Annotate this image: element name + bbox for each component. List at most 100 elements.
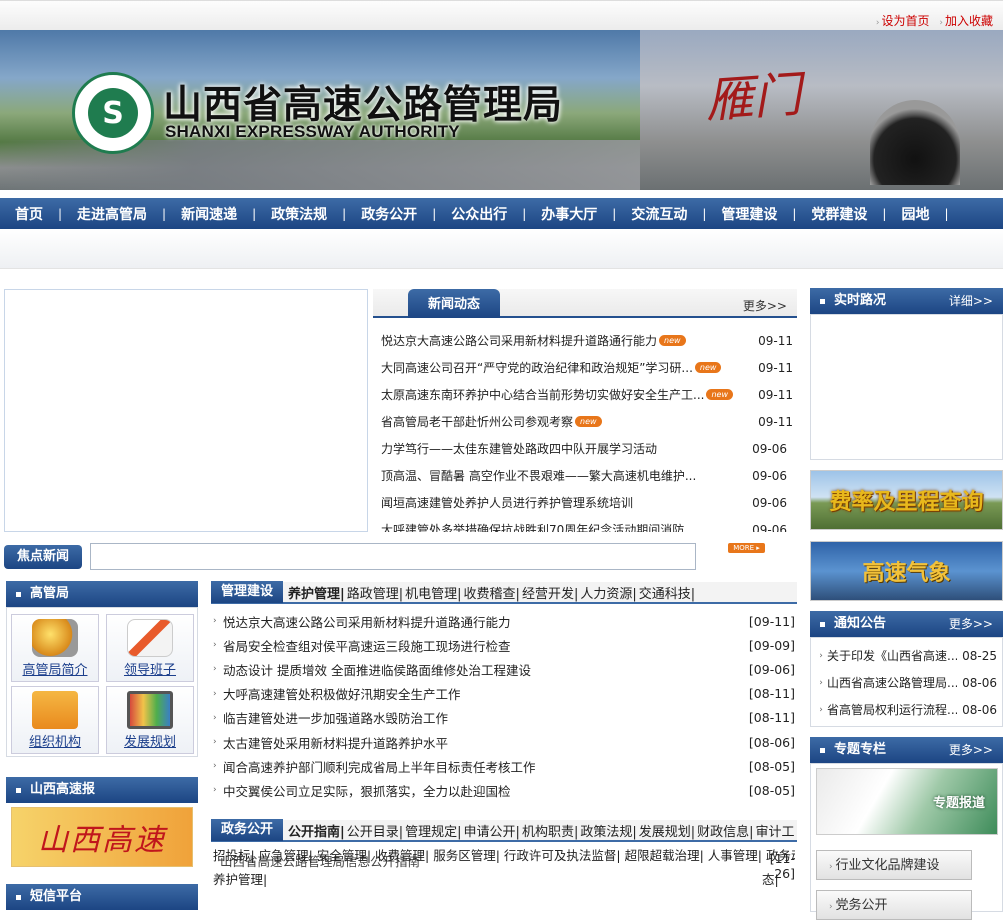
news-item-title[interactable]: 闻垣高速建管处养护人员进行养护管理系统培训: [381, 494, 747, 511]
special-report-banner[interactable]: 专题报道: [816, 768, 998, 835]
organization-link[interactable]: 组织机构: [11, 686, 99, 754]
news-item[interactable]: 省高管局老干部赴忻州公司参观考察 new 09-11: [381, 408, 793, 435]
mgmt-news-title[interactable]: 临吉建管处进一步加强道路水毁防治工作: [223, 708, 747, 727]
news-item[interactable]: 悦达京大高速公路公司采用新材料提升道路通行能力 new 09-11: [381, 327, 793, 354]
leadership-link[interactable]: 领导班子: [106, 614, 194, 682]
news-item-title[interactable]: 大呼建管处多举措确保抗战胜利70周年纪念活动期间消防...: [381, 521, 747, 532]
mgmt-news-item[interactable]: › 太古建管处采用新材料提升道路养护水平 [08-06]: [213, 730, 795, 754]
gov-subtab[interactable]: 公开指南|: [287, 821, 346, 840]
mgmt-subtab[interactable]: 路政管理|: [346, 583, 404, 602]
tab-management[interactable]: 管理建设: [211, 581, 284, 603]
mgmt-news-item[interactable]: › 省局安全检查组对侯平高速运三段施工现场进行检查 [09-09]: [213, 633, 795, 657]
notice-item[interactable]: › 山西省高速公路管理局... 08-06: [815, 669, 1002, 696]
gov-subtab[interactable]: 公开目录|: [346, 821, 404, 840]
gov-subtab-tail[interactable]: 态|: [762, 869, 792, 887]
paper-logo-banner[interactable]: 山西高速: [11, 807, 193, 867]
notice-title-text[interactable]: 山西省高速公路管理局...: [827, 674, 957, 691]
news-more-link[interactable]: 更多>>: [743, 297, 787, 314]
mgmt-news-item[interactable]: › 大呼高速建管处积极做好汛期安全生产工作 [08-11]: [213, 682, 795, 706]
nav-news[interactable]: 新闻速递: [166, 204, 252, 224]
mgmt-news-item[interactable]: › 悦达京大高速公路公司采用新材料提升道路通行能力 [09-11]: [213, 609, 795, 633]
notice-title-text[interactable]: 关于印发《山西省高速...: [827, 647, 957, 664]
mgmt-news-item[interactable]: › 闻合高速养护部门顺利完成省局上半年目标责任考核工作 [08-05]: [213, 754, 795, 778]
tab-news[interactable]: 新闻动态: [408, 289, 500, 318]
news-item-title[interactable]: 太原高速东南环养护中心结合当前形势切实做好安全生产工...: [381, 386, 704, 403]
nav-policy[interactable]: 政策法规: [256, 204, 342, 224]
nav-management[interactable]: 管理建设: [706, 204, 792, 224]
mgmt-subtab[interactable]: 经营开发|: [521, 583, 579, 602]
news-item-title[interactable]: 省高管局老干部赴忻州公司参观考察: [381, 413, 573, 430]
mgmt-news-title[interactable]: 中交翼侯公司立足实际，狠抓落实，全力以赴迎国检: [223, 781, 747, 800]
mgmt-news-title[interactable]: 太古建管处采用新材料提升道路养护水平: [223, 733, 747, 752]
mgmt-subtab[interactable]: 人力资源|: [579, 583, 637, 602]
mgmt-news-title[interactable]: 动态设计 提质增效 全面推进临侯路面维修处治工程建设: [223, 660, 747, 679]
nav-home[interactable]: 首页: [0, 204, 58, 224]
paper-title: 山西高速报: [30, 782, 96, 797]
gov-subtab[interactable]: 申请公开|: [463, 821, 521, 840]
mgmt-news-item[interactable]: › 动态设计 提质增效 全面推进临侯路面维修处治工程建设 [09-06]: [213, 657, 795, 681]
nav-about[interactable]: 走进高管局: [62, 204, 162, 224]
news-item[interactable]: 太原高速东南环养护中心结合当前形势切实做好安全生产工... new 09-11: [381, 381, 793, 408]
mgmt-subtab[interactable]: 交通科技|: [638, 583, 696, 602]
intro-link[interactable]: 高管局简介: [11, 614, 99, 682]
mgmt-news-item[interactable]: › 中交翼侯公司立足实际，狠抓落实，全力以赴迎国检 [08-05]: [213, 778, 795, 802]
focus-news-ticker[interactable]: [90, 543, 696, 570]
news-item[interactable]: 力学笃行——太佳东建管处路政四中队开展学习活动 09-06: [381, 435, 793, 462]
notice-item[interactable]: › 省高管局权利运行流程... 08-06: [815, 696, 1002, 723]
news-item[interactable]: 顶高温、冒酷暑 高空作业不畏艰难——繁大高速机电维护... 09-06: [381, 462, 793, 489]
planning-link[interactable]: 发展规划: [106, 686, 194, 754]
news-item[interactable]: 大同高速公司召开“严守党的政治纪律和政治规矩”学习研... new 09-11: [381, 354, 793, 381]
gov-subtab[interactable]: 审计工: [755, 821, 796, 840]
news-item-title[interactable]: 力学笃行——太佳东建管处路政四中队开展学习活动: [381, 440, 747, 457]
notice-title-text[interactable]: 省高管局权利运行流程...: [827, 701, 957, 718]
mgmt-subtab[interactable]: 机电管理|: [404, 583, 462, 602]
focus-more-button[interactable]: MORE ▸: [728, 543, 765, 553]
add-favorite-link[interactable]: 加入收藏: [945, 14, 993, 28]
party-affairs-button[interactable]: › 党务公开: [816, 890, 972, 920]
gov-guide-item[interactable]: 山西省高速公路管理局信息公开指南: [220, 851, 520, 869]
folder-icon: [32, 691, 78, 729]
tab-gov-affairs[interactable]: 政务公开: [211, 819, 284, 841]
bullet-icon: ›: [213, 664, 217, 675]
nav-travel[interactable]: 公众出行: [436, 204, 522, 224]
mgmt-news-title[interactable]: 闻合高速养护部门顺利完成省局上半年目标责任考核工作: [223, 757, 747, 776]
notice-more-link[interactable]: 更多>>: [949, 611, 993, 637]
gov-subtab[interactable]: 政策法规|: [579, 821, 637, 840]
news-item-title[interactable]: 顶高温、冒酷暑 高空作业不畏艰难——繁大高速机电维护...: [381, 467, 747, 484]
nav-service-hall[interactable]: 办事大厅: [526, 204, 612, 224]
news-item[interactable]: 闻垣高速建管处养护人员进行养护管理系统培训 09-06: [381, 489, 793, 516]
fee-query-banner[interactable]: 费率及里程查询: [810, 470, 1003, 530]
gov-subtab-maintenance[interactable]: 养护管理|: [213, 869, 313, 887]
paper-header: 山西高速报: [6, 777, 198, 803]
set-home-link[interactable]: 设为首页: [882, 14, 930, 28]
mgmt-subtab[interactable]: 养护管理|: [287, 583, 346, 602]
mgmt-subtab[interactable]: 收费稽查|: [463, 583, 521, 602]
weather-banner[interactable]: 高速气象: [810, 541, 1003, 601]
nav-garden[interactable]: 园地: [886, 204, 944, 224]
notice-title: 通知公告: [834, 616, 887, 631]
notice-item[interactable]: › 关于印发《山西省高速... 08-25: [815, 642, 1002, 669]
news-item-title[interactable]: 大同高速公司召开“严守党的政治纪律和政治规矩”学习研...: [381, 359, 693, 376]
gov-subtab[interactable]: 管理规定|: [404, 821, 462, 840]
mgmt-news-date: [08-06]: [748, 734, 795, 750]
mgmt-news-date: [08-05]: [748, 782, 795, 798]
new-badge: new: [706, 389, 733, 400]
nav-interaction[interactable]: 交流互动: [616, 204, 702, 224]
news-item-date: 09-11: [758, 414, 793, 429]
culture-brand-button[interactable]: › 行业文化品牌建设: [816, 850, 972, 880]
mgmt-news-title[interactable]: 悦达京大高速公路公司采用新材料提升道路通行能力: [223, 612, 747, 631]
mgmt-news-title[interactable]: 大呼高速建管处积极做好汛期安全生产工作: [223, 684, 747, 703]
nav-gov-affairs[interactable]: 政务公开: [346, 204, 432, 224]
special-more-link[interactable]: 更多>>: [949, 737, 993, 763]
traffic-title: 实时路况: [834, 293, 887, 308]
news-item-title[interactable]: 悦达京大高速公路公司采用新材料提升道路通行能力: [381, 332, 657, 349]
gov-subtab[interactable]: 财政信息|: [696, 821, 754, 840]
gov-subtab[interactable]: 发展规划|: [638, 821, 696, 840]
news-item[interactable]: 大呼建管处多举措确保抗战胜利70周年纪念活动期间消防... 09-06: [381, 516, 793, 533]
traffic-more-link[interactable]: 详细>>: [949, 288, 993, 314]
slideshow[interactable]: [4, 289, 368, 532]
nav-party[interactable]: 党群建设: [796, 204, 882, 224]
gov-subtab[interactable]: 机构职责|: [521, 821, 579, 840]
mgmt-news-title[interactable]: 省局安全检查组对侯平高速运三段施工现场进行检查: [223, 636, 747, 655]
mgmt-news-item[interactable]: › 临吉建管处进一步加强道路水毁防治工作 [08-11]: [213, 706, 795, 730]
